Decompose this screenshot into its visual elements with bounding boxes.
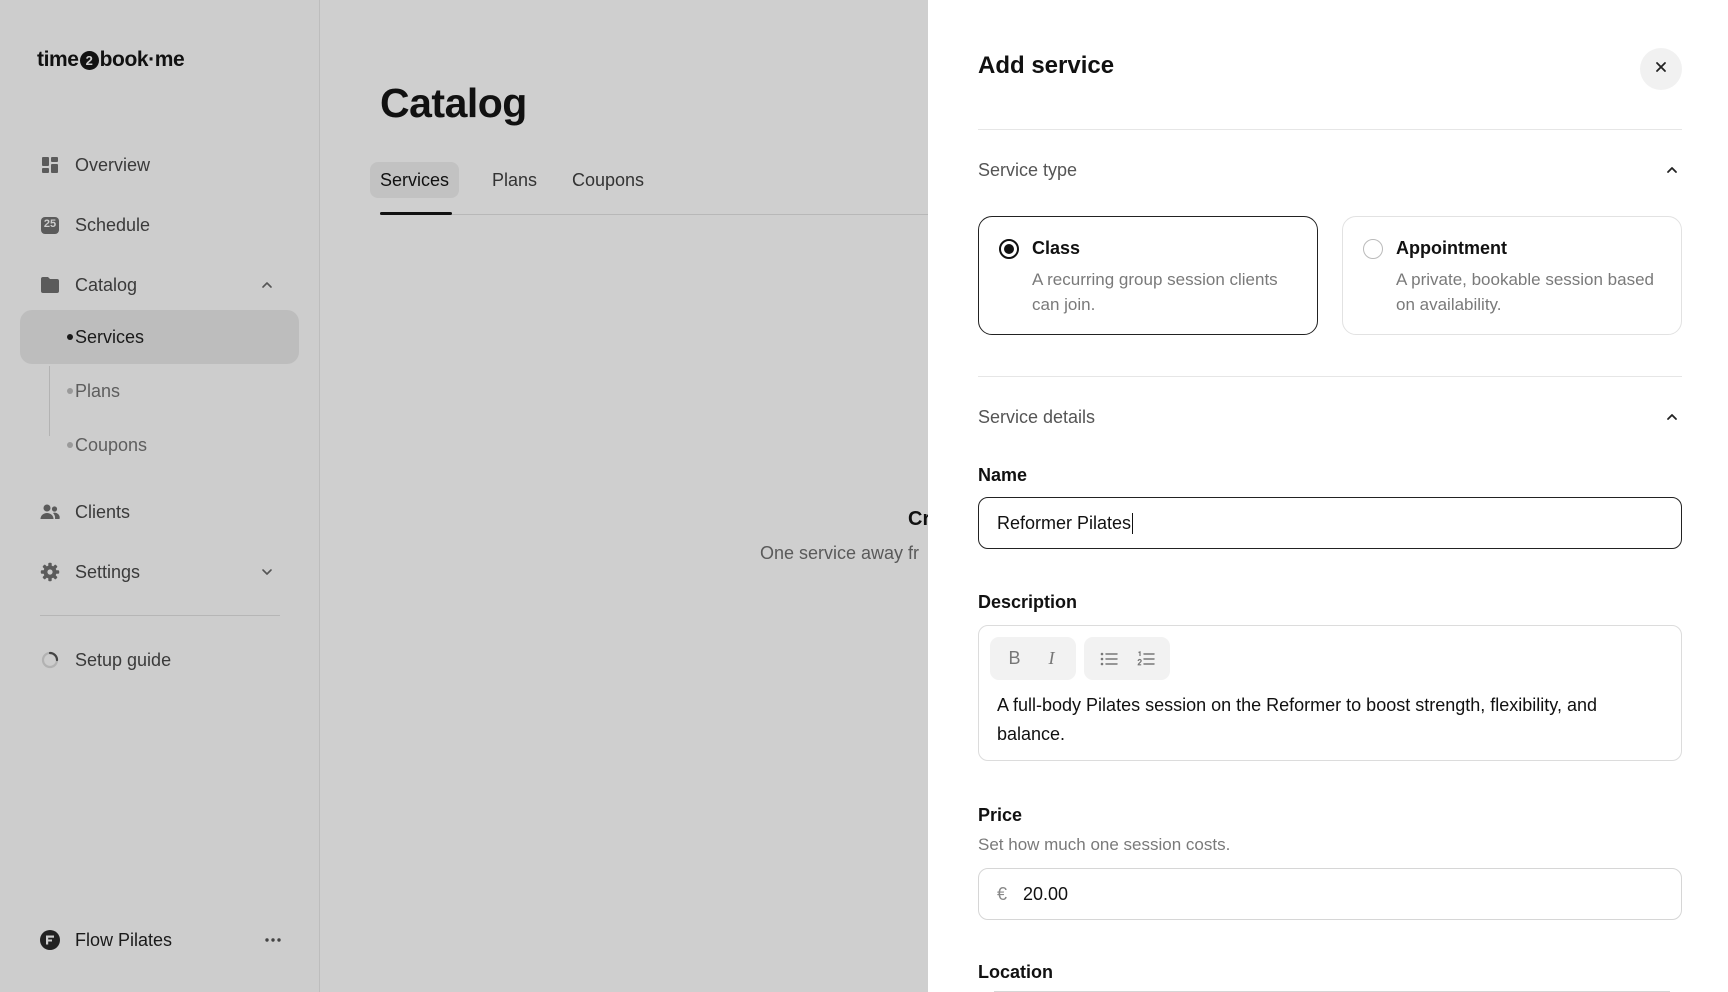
name-input[interactable]: Reformer Pilates [978, 497, 1682, 549]
description-editor[interactable]: B I A full-body Pilates session on the R… [978, 625, 1682, 761]
divider [978, 376, 1682, 377]
sidebar-item-label: Clients [75, 501, 131, 522]
text-cursor [1132, 512, 1134, 534]
close-icon [1654, 60, 1668, 79]
logo-badge: 2 [79, 50, 99, 70]
chevron-up-icon [1662, 160, 1682, 180]
description-label: Description [978, 592, 1078, 612]
close-button[interactable] [1640, 48, 1682, 90]
page-title: Catalog [380, 80, 527, 126]
submenu-dot [67, 442, 73, 448]
section-title: Service details [978, 406, 1096, 427]
bullet-list-button[interactable] [1090, 642, 1127, 675]
tab-coupons[interactable]: Coupons [562, 162, 654, 198]
submenu-dot [67, 334, 73, 340]
workspace-switcher[interactable]: Flow Pilates [40, 925, 284, 955]
chevron-down-icon [257, 562, 277, 582]
description-text: A full-body Pilates session on the Refor… [997, 695, 1597, 744]
progress-ring-icon [40, 650, 60, 670]
calendar-day: 25 [43, 218, 57, 230]
sidebar: time 2 book·me Overview 25 Schedule Catalo… [0, 0, 320, 992]
sidebar-item-label: Overview [75, 154, 151, 175]
sidebar-item-settings[interactable]: Settings [20, 547, 299, 597]
workspace-avatar [40, 930, 60, 950]
name-label: Name [978, 465, 1028, 485]
sidebar-subitem-label: Plans [75, 380, 121, 401]
logo-text-left: time [37, 48, 79, 71]
format-toolbar-text: B I [990, 637, 1076, 680]
calendar-icon: 25 [40, 215, 60, 235]
gear-icon [40, 562, 60, 582]
bullet-list-icon [1100, 652, 1118, 665]
logo-text-right: book·me [99, 48, 185, 71]
service-type-class[interactable]: Class A recurring group session clients … [978, 216, 1318, 335]
sidebar-item-label: Schedule [75, 214, 151, 235]
sidebar-subitem-coupons[interactable]: Coupons [20, 418, 299, 472]
sidebar-subitem-services[interactable]: Services [20, 310, 299, 364]
section-service-details-header[interactable]: Service details [978, 402, 1682, 432]
option-description: A recurring group session clients can jo… [1032, 270, 1278, 314]
format-toolbar-lists [1084, 637, 1170, 680]
numbered-list-icon [1137, 650, 1155, 665]
option-title: Class [1032, 238, 1081, 258]
italic-button[interactable]: I [1033, 642, 1070, 675]
sidebar-item-catalog[interactable]: Catalog [20, 260, 299, 310]
sidebar-divider [40, 615, 280, 616]
divider [978, 129, 1682, 130]
price-input-value: 20.00 [1023, 883, 1069, 904]
section-title: Service type [978, 159, 1078, 180]
add-service-panel: Add service Service type Class A recurri… [928, 0, 1728, 992]
location-label: Location [978, 962, 1053, 982]
tab-services[interactable]: Services [370, 162, 460, 198]
tab-plans[interactable]: Plans [482, 162, 547, 198]
workspace-name: Flow Pilates [75, 929, 173, 950]
radio-button-selected[interactable] [999, 239, 1019, 259]
empty-state-subtitle: One service away fr [760, 543, 920, 563]
sidebar-item-label: Settings [75, 561, 141, 582]
folder-icon [40, 275, 60, 295]
empty-state-title: Cr [908, 508, 928, 530]
price-input[interactable]: € 20.00 [978, 868, 1682, 920]
active-tab-indicator [380, 212, 452, 215]
sidebar-item-label: Setup guide [75, 649, 172, 670]
section-service-type-header[interactable]: Service type [978, 155, 1682, 185]
price-label: Price [978, 805, 1023, 825]
dashboard-icon [40, 155, 60, 175]
more-icon[interactable] [262, 929, 284, 951]
option-description: A private, bookable session based on ava… [1396, 270, 1655, 314]
sidebar-subitem-label: Coupons [75, 434, 148, 455]
price-hint: Set how much one session costs. [978, 835, 1231, 854]
bold-button[interactable]: B [996, 642, 1033, 675]
sidebar-item-schedule[interactable]: 25 Schedule [20, 200, 299, 250]
sidebar-item-setup-guide[interactable]: Setup guide [20, 635, 299, 685]
chevron-up-icon [257, 275, 277, 295]
numbered-list-button[interactable] [1127, 642, 1164, 675]
sidebar-item-clients[interactable]: Clients [20, 487, 299, 537]
users-icon [40, 502, 60, 522]
currency-symbol: € [997, 883, 1008, 904]
sidebar-item-overview[interactable]: Overview [20, 140, 299, 190]
submenu-dot [67, 388, 73, 394]
sidebar-subitem-label: Services [75, 326, 145, 347]
sidebar-item-label: Catalog [75, 274, 138, 295]
app-logo[interactable]: time 2 book·me [37, 48, 185, 72]
catalog-tabs: Services Plans Coupons [370, 160, 928, 215]
main-content: Catalog Services Plans Coupons Cr One se… [320, 0, 928, 992]
chevron-up-icon [1662, 407, 1682, 427]
radio-button[interactable] [1363, 239, 1383, 259]
name-input-value: Reformer Pilates [997, 512, 1132, 533]
panel-title: Add service [978, 52, 1115, 79]
sidebar-subitem-plans[interactable]: Plans [20, 364, 299, 418]
option-title: Appointment [1396, 238, 1507, 258]
service-type-appointment[interactable]: Appointment A private, bookable session … [1342, 216, 1682, 335]
